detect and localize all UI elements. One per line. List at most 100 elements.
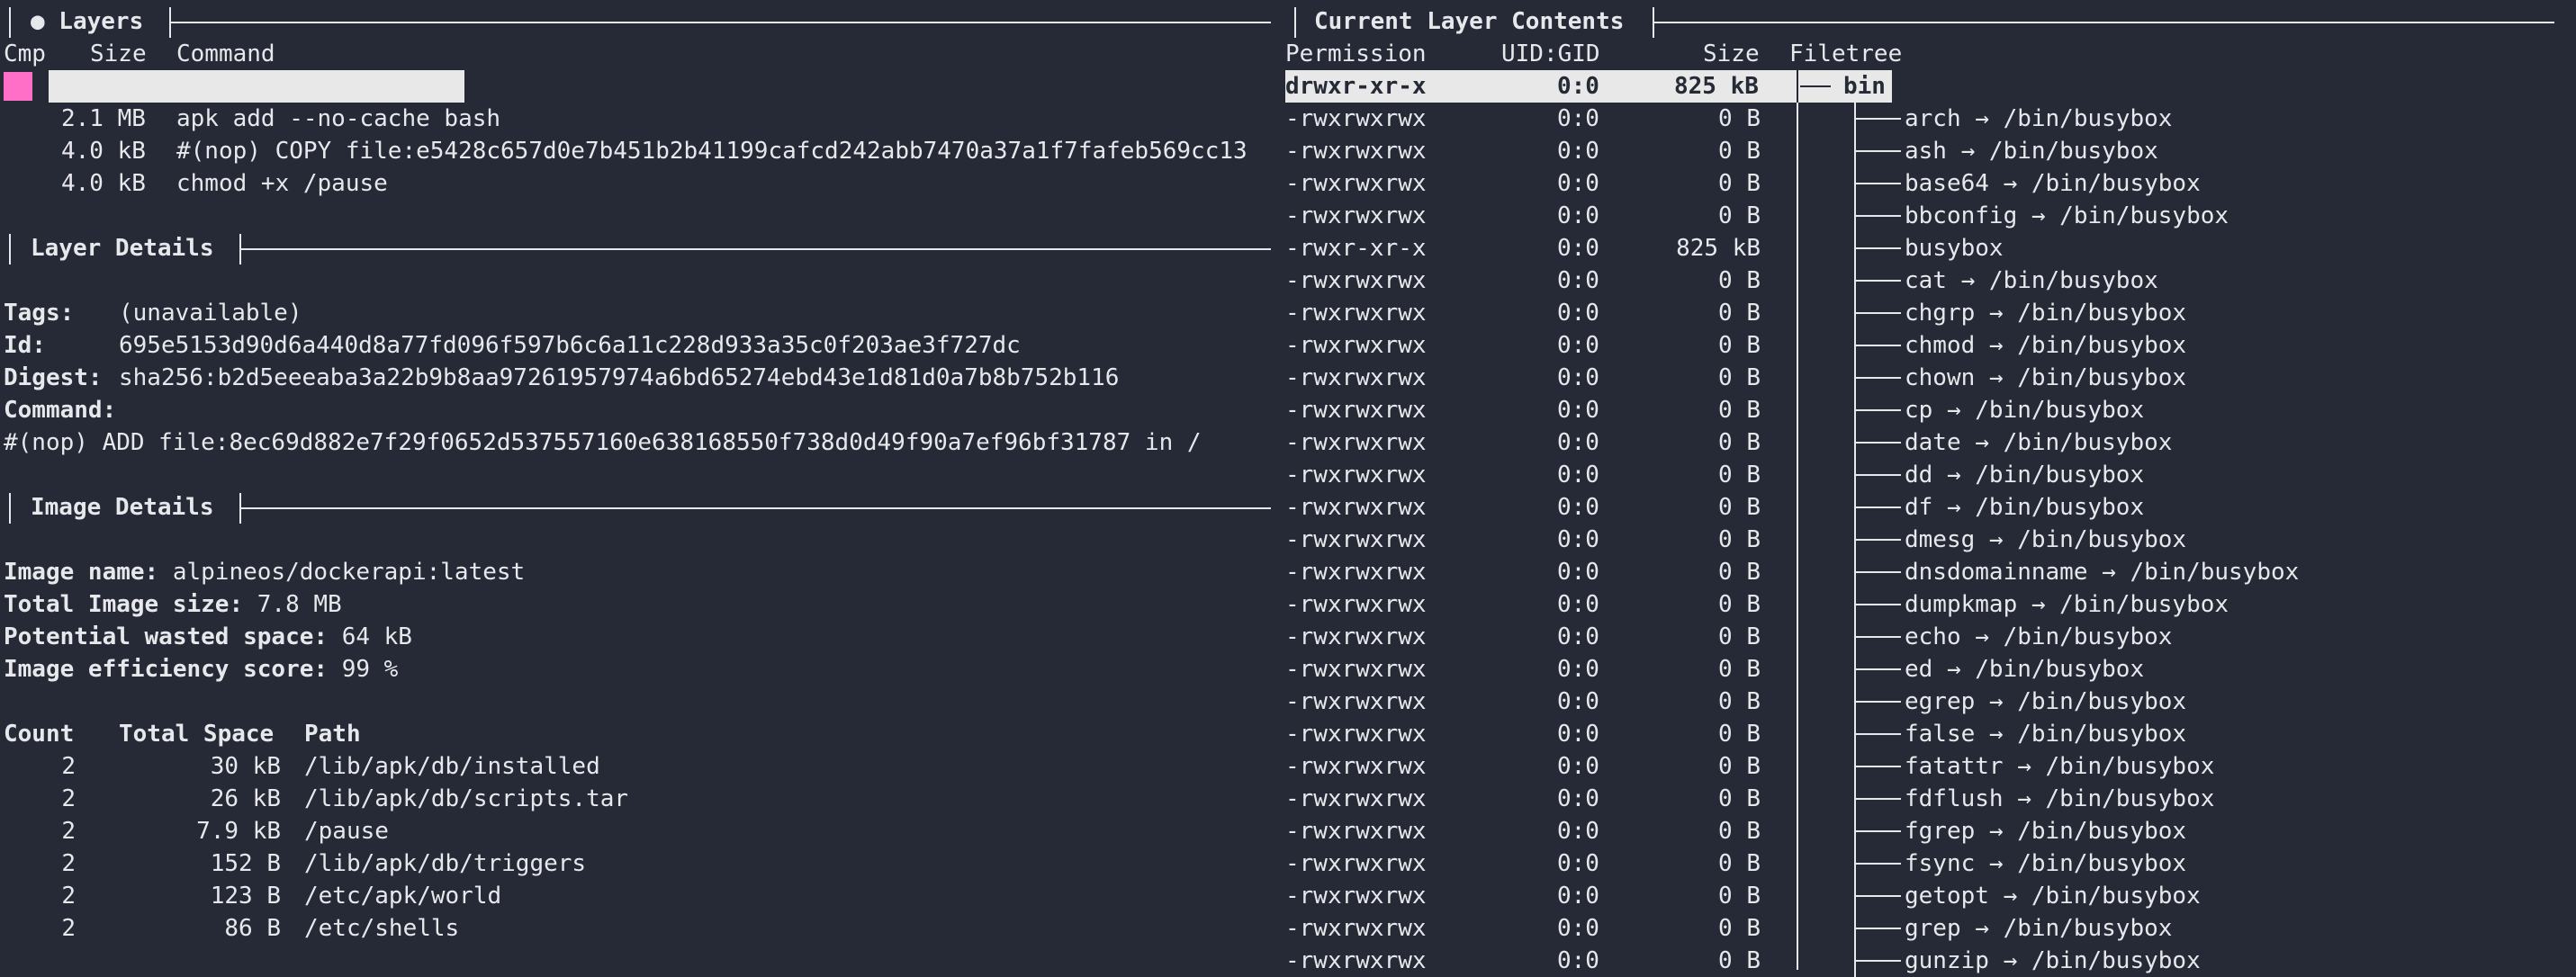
waste-header-space: Total Space bbox=[119, 721, 275, 748]
layer-row[interactable]: 4.0 kB #(nop) COPY file:e5428c657d0e7b45… bbox=[0, 135, 1271, 167]
contents-panel-title[interactable]: Current Layer Contents bbox=[1314, 5, 1624, 38]
file-uid: 0:0 bbox=[1557, 818, 1599, 845]
image-details-rule bbox=[241, 507, 1271, 509]
layers-header-cmp: Cmp bbox=[4, 40, 46, 67]
file-uid: 0:0 bbox=[1557, 591, 1599, 618]
file-uid: 0:0 bbox=[1557, 526, 1599, 553]
layer-row[interactable]: 5.6 MB FROM 695e5153d90d6a4 bbox=[0, 70, 1271, 165]
waste-path: /lib/apk/db/installed bbox=[304, 753, 600, 780]
file-uid: 0:0 bbox=[1557, 332, 1599, 359]
layers-title-rule bbox=[171, 22, 1271, 23]
file-size: 0 B bbox=[1718, 688, 1761, 715]
image-name-value: alpineos/dockerapi:latest bbox=[172, 559, 526, 586]
file-name: grep → /bin/busybox bbox=[1905, 915, 2173, 942]
tree-branch bbox=[1856, 442, 1901, 444]
tree-branch bbox=[1856, 701, 1901, 703]
tree-branch bbox=[1856, 215, 1901, 217]
file-permission: -rwxrwxrwx bbox=[1285, 850, 1427, 877]
file-permission: -rwxrwxrwx bbox=[1285, 332, 1427, 359]
tags-value: (unavailable) bbox=[119, 300, 302, 327]
tree-branch bbox=[1856, 604, 1901, 605]
file-size: 0 B bbox=[1718, 947, 1761, 974]
file-permission: -rwxrwxrwx bbox=[1285, 494, 1427, 521]
file-uid: 0:0 bbox=[1557, 915, 1599, 942]
command-label: Command: bbox=[4, 397, 117, 424]
layers-title-left-bar bbox=[9, 7, 11, 38]
tree-branch bbox=[1856, 895, 1901, 897]
layer-row[interactable]: 2.1 MB apk add --no-cache bash bbox=[0, 103, 1271, 135]
file-name: chgrp → /bin/busybox bbox=[1905, 300, 2187, 327]
file-name: gunzip → /bin/busybox bbox=[1905, 947, 2201, 974]
file-uid: 0:0 bbox=[1557, 688, 1599, 715]
file-uid: 0:0 bbox=[1557, 623, 1599, 650]
file-name: getopt → /bin/busybox bbox=[1905, 883, 2201, 910]
file-uid: 0:0 bbox=[1557, 138, 1599, 165]
file-permission: -rwxrwxrwx bbox=[1285, 267, 1427, 294]
contents-title-left-bar bbox=[1294, 7, 1296, 38]
file-uid: 0:0 bbox=[1557, 721, 1599, 748]
image-name-label: Image name: bbox=[4, 559, 159, 586]
file-name: dnsdomainname → /bin/busybox bbox=[1905, 559, 2300, 586]
tree-branch bbox=[1856, 247, 1901, 249]
file-permission: -rwxrwxrwx bbox=[1285, 559, 1427, 586]
layer-details-rule bbox=[241, 248, 1271, 250]
file-name: cat → /bin/busybox bbox=[1905, 267, 2158, 294]
file-size: 0 B bbox=[1718, 721, 1761, 748]
layers-header-size: Size bbox=[90, 40, 147, 67]
image-name-row: Image name: alpineos/dockerapi:latest bbox=[4, 556, 525, 588]
file-name: chmod → /bin/busybox bbox=[1905, 332, 2187, 359]
digest-value: sha256:b2d5eeeaba3a22b9b8aa97261957974a6… bbox=[119, 364, 1120, 391]
file-name: fgrep → /bin/busybox bbox=[1905, 818, 2187, 845]
file-uid: 0:0 bbox=[1557, 73, 1599, 100]
layer-size: 2.1 MB bbox=[61, 105, 146, 132]
waste-count: 2 bbox=[61, 915, 76, 942]
command-value: #(nop) ADD file:8ec69d882e7f29f0652d5375… bbox=[4, 429, 1202, 456]
tree-branch bbox=[1856, 150, 1901, 152]
tree-branch bbox=[1856, 766, 1901, 767]
file-name: egrep → /bin/busybox bbox=[1905, 688, 2187, 715]
file-size: 0 B bbox=[1718, 267, 1761, 294]
waste-count: 2 bbox=[61, 883, 76, 910]
image-details-left-bar bbox=[9, 493, 11, 524]
file-size: 0 B bbox=[1718, 850, 1761, 877]
file-uid: 0:0 bbox=[1557, 429, 1599, 456]
file-name: busybox bbox=[1905, 235, 2004, 262]
file-name: echo → /bin/busybox bbox=[1905, 623, 2173, 650]
file-size: 0 B bbox=[1718, 623, 1761, 650]
file-uid: 0:0 bbox=[1557, 170, 1599, 197]
layer-details-left-bar bbox=[9, 234, 11, 264]
file-permission: -rwxrwxrwx bbox=[1285, 753, 1427, 780]
file-permission: -rwxrwxrwx bbox=[1285, 429, 1427, 456]
tree-branch bbox=[1856, 668, 1901, 670]
tree-branch bbox=[1856, 863, 1901, 865]
image-details-title: Image Details bbox=[31, 494, 214, 521]
file-uid: 0:0 bbox=[1557, 364, 1599, 391]
digest-label: Digest: bbox=[4, 364, 103, 391]
layer-command: apk add --no-cache bash bbox=[176, 105, 501, 132]
contents-header-size: Size bbox=[1703, 40, 1760, 67]
file-permission: -rwxrwxrwx bbox=[1285, 688, 1427, 715]
file-permission: -rwxrwxrwx bbox=[1285, 785, 1427, 812]
file-uid: 0:0 bbox=[1557, 883, 1599, 910]
file-name: bin bbox=[1843, 73, 1886, 100]
layers-panel-title[interactable]: ● Layers bbox=[31, 5, 143, 38]
id-label: Id: bbox=[4, 332, 46, 359]
filetree-root-row[interactable]: drwxr-xr-x 0:0 825 kB bin bbox=[1285, 70, 2556, 103]
tree-branch bbox=[1856, 733, 1901, 735]
file-permission: -rwxrwxrwx bbox=[1285, 915, 1427, 942]
waste-count: 2 bbox=[61, 753, 76, 780]
file-size: 0 B bbox=[1718, 105, 1761, 132]
waste-path: /etc/apk/world bbox=[304, 883, 502, 910]
file-uid: 0:0 bbox=[1557, 656, 1599, 683]
layer-row[interactable]: 4.0 kB chmod +x /pause bbox=[0, 167, 1271, 200]
image-size-label: Total Image size: bbox=[4, 591, 244, 618]
file-permission: -rwxrwxrwx bbox=[1285, 397, 1427, 424]
waste-path: /etc/shells bbox=[304, 915, 460, 942]
file-name: bbconfig → /bin/busybox bbox=[1905, 202, 2229, 229]
file-size: 0 B bbox=[1718, 364, 1761, 391]
layer-cmp-marker bbox=[4, 72, 32, 101]
file-permission: drwxr-xr-x bbox=[1285, 73, 1427, 100]
tree-branch bbox=[1856, 506, 1901, 508]
file-name: ed → /bin/busybox bbox=[1905, 656, 2145, 683]
file-uid: 0:0 bbox=[1557, 494, 1599, 521]
